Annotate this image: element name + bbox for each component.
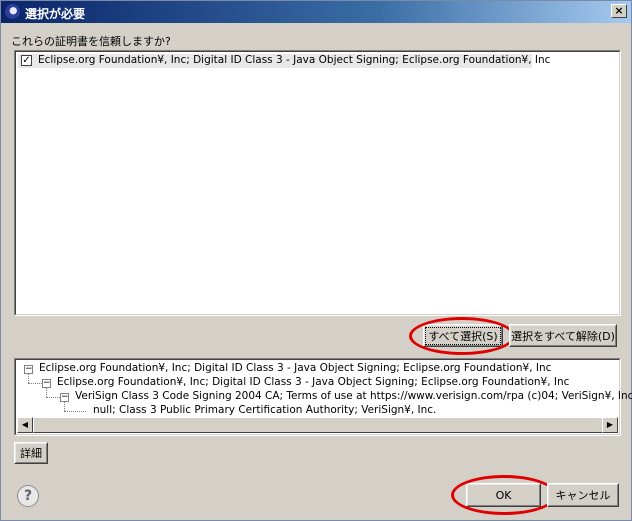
help-icon[interactable]: ?: [17, 485, 39, 507]
deselect-all-label: 選択をすべて解除(D): [511, 329, 615, 343]
window-title: 選択が必要: [25, 7, 86, 21]
tree-node[interactable]: VeriSign Class 3 Code Signing 2004 CA; T…: [75, 390, 632, 402]
cancel-button[interactable]: キャンセル: [547, 483, 619, 507]
collapse-icon[interactable]: −: [42, 379, 51, 388]
certificate-label: Eclipse.org Foundation¥, Inc; Digital ID…: [38, 54, 551, 66]
trust-question: これらの証明書を信頼しますか?: [11, 35, 171, 48]
details-label: 詳細: [20, 447, 42, 460]
certificate-dialog: 選択が必要 × これらの証明書を信頼しますか? ✓ Eclipse.org Fo…: [0, 0, 632, 521]
close-button[interactable]: ×: [611, 4, 627, 18]
tree-node[interactable]: Eclipse.org Foundation¥, Inc; Digital ID…: [39, 362, 551, 374]
scroll-thumb[interactable]: [33, 417, 613, 433]
certificate-list-item[interactable]: ✓ Eclipse.org Foundation¥, Inc; Digital …: [18, 54, 550, 68]
scroll-left-icon[interactable]: ◀: [17, 417, 33, 433]
title-bar[interactable]: 選択が必要 ×: [1, 1, 631, 23]
tree-node[interactable]: null; Class 3 Public Primary Certificati…: [93, 404, 436, 416]
scroll-right-icon[interactable]: ▶: [602, 417, 618, 433]
collapse-icon[interactable]: −: [24, 365, 33, 374]
collapse-icon[interactable]: −: [60, 393, 69, 402]
certificate-chain-tree[interactable]: − Eclipse.org Foundation¥, Inc; Digital …: [14, 358, 632, 436]
tree-node[interactable]: Eclipse.org Foundation¥, Inc; Digital ID…: [57, 376, 569, 388]
deselect-all-button[interactable]: 選択をすべて解除(D): [509, 324, 617, 347]
highlight-ring-ok: [451, 475, 557, 515]
highlight-ring-select-all: [409, 317, 515, 355]
eclipse-icon: [5, 4, 20, 19]
certificate-list[interactable]: ✓ Eclipse.org Foundation¥, Inc; Digital …: [14, 50, 621, 316]
details-button[interactable]: 詳細: [14, 442, 48, 464]
certificate-checkbox[interactable]: ✓: [21, 55, 32, 66]
cancel-label: キャンセル: [555, 489, 611, 502]
horizontal-scrollbar[interactable]: ◀ ▶: [17, 417, 618, 433]
